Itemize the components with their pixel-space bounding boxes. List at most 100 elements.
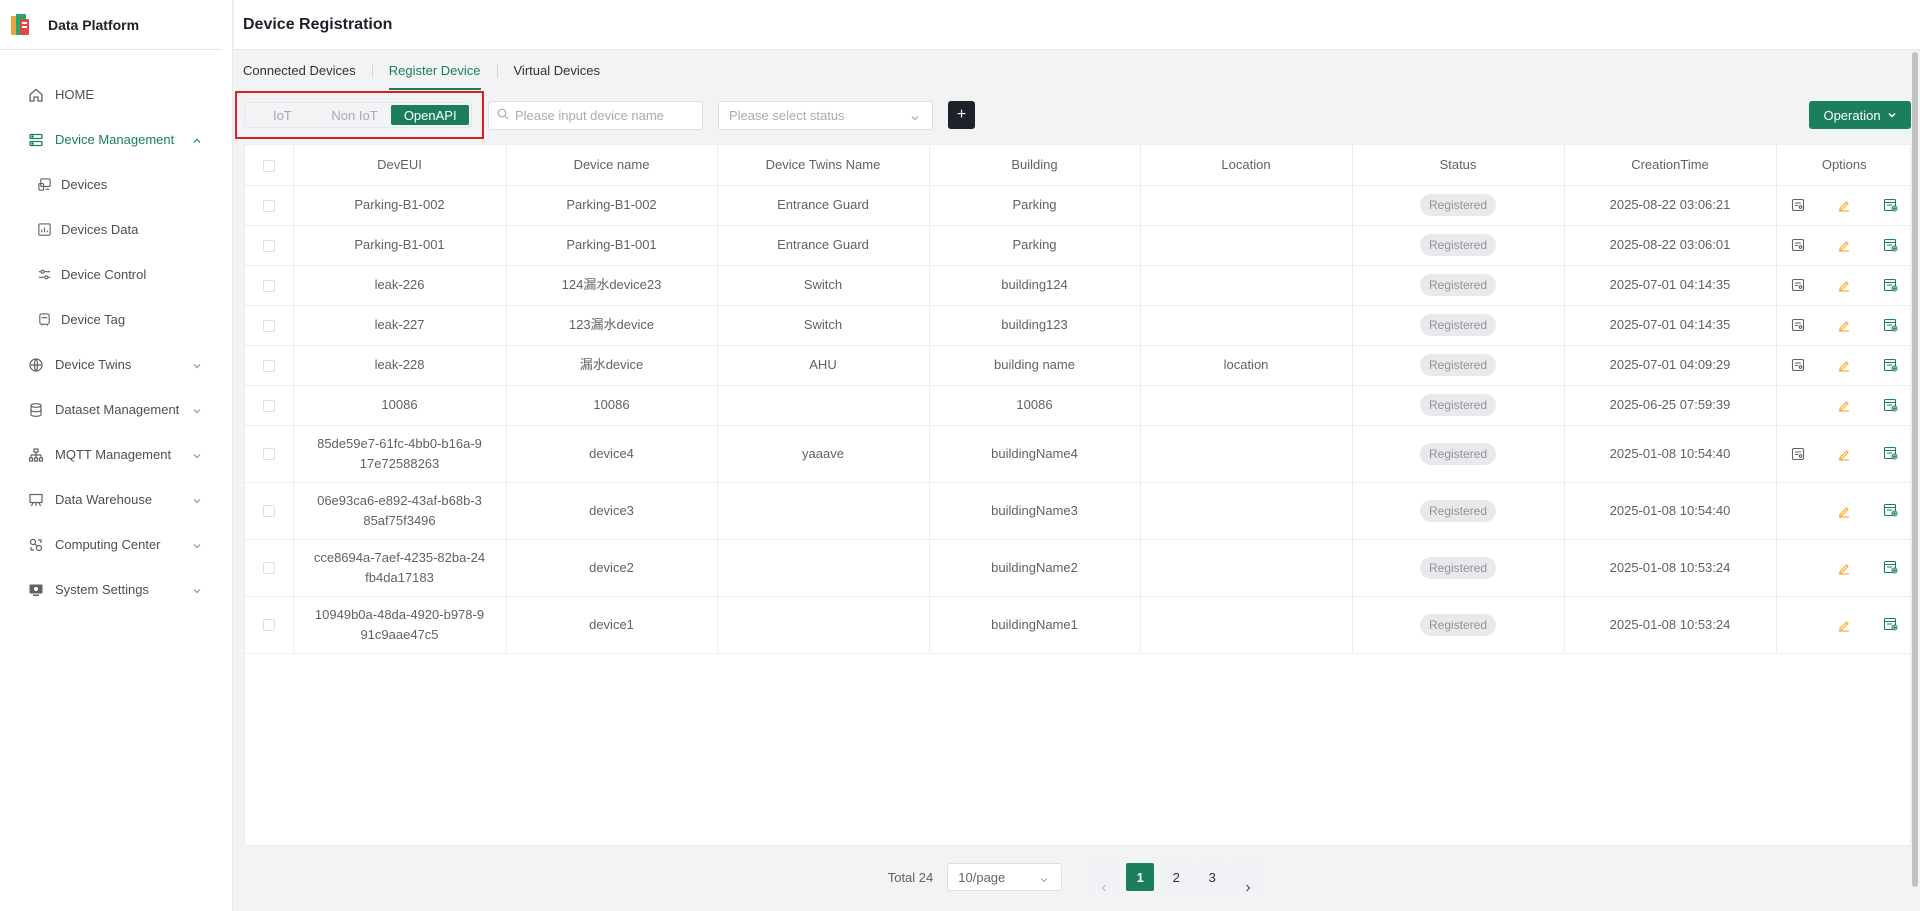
edit-icon[interactable] — [1835, 559, 1853, 577]
cell-options — [1776, 305, 1912, 346]
sidebar-item-label: Devices Data — [61, 222, 139, 237]
view-data-icon[interactable] — [1882, 559, 1900, 577]
table-row[interactable]: leak-228 漏水device AHU building name location… — [245, 345, 1912, 386]
sidebar-item-devices[interactable]: Devices — [0, 162, 232, 207]
view-data-icon[interactable] — [1882, 236, 1900, 254]
sidebar-item-device-tag[interactable]: Device Tag — [0, 297, 232, 342]
view-data-icon[interactable] — [1882, 356, 1900, 374]
edit-icon[interactable] — [1835, 445, 1853, 463]
row-checkbox[interactable] — [262, 199, 275, 212]
sidebar-item-computing-center[interactable]: Computing Center — [0, 522, 232, 567]
page-scrollbar[interactable] — [1912, 52, 1918, 887]
select-all-checkbox[interactable] — [262, 159, 275, 172]
sidebar-item-device-management[interactable]: Device Management — [0, 117, 232, 162]
next-page-button[interactable] — [1234, 863, 1263, 892]
page-3-button[interactable]: 3 — [1198, 863, 1227, 891]
table-row[interactable]: 85de59e7-61fc-4bb0-b16a-917e72588263 devi… — [245, 425, 1912, 483]
row-checkbox[interactable] — [262, 239, 275, 252]
segment-iot[interactable]: IoT — [247, 105, 318, 125]
operation-button[interactable]: Operation — [1809, 101, 1911, 129]
detail-icon[interactable] — [1789, 316, 1807, 334]
segment-openapi[interactable]: OpenAPI — [391, 105, 469, 125]
row-select-cell — [245, 225, 294, 266]
row-select-cell — [245, 539, 294, 597]
sidebar: Data Platform HOME Device Management Dev… — [0, 0, 233, 911]
status-badge: Registered — [1419, 394, 1497, 416]
tab-virtual-devices[interactable]: Virtual Devices — [514, 51, 600, 90]
sidebar-item-device-control[interactable]: Device Control — [0, 252, 232, 297]
row-checkbox[interactable] — [262, 319, 275, 332]
empty-action-slot — [1789, 502, 1807, 520]
edit-icon[interactable] — [1835, 276, 1853, 294]
devices-icon — [36, 177, 52, 193]
table-row[interactable]: cce8694a-7aef-4235-82ba-24fb4da17183 devi… — [245, 539, 1912, 597]
cell-building: building123 — [929, 305, 1141, 346]
detail-icon[interactable] — [1789, 236, 1807, 254]
edit-icon[interactable] — [1835, 196, 1853, 214]
table-row[interactable]: leak-226 124漏水device23 Switch building124 Re… — [245, 265, 1913, 306]
row-checkbox[interactable] — [262, 359, 275, 372]
view-data-icon[interactable] — [1882, 276, 1900, 294]
row-checkbox[interactable] — [262, 448, 275, 461]
view-data-icon[interactable] — [1882, 196, 1900, 214]
segment-non-iot[interactable]: Non IoT — [318, 105, 392, 125]
chevron-down-icon — [192, 359, 202, 369]
edit-icon[interactable] — [1835, 236, 1853, 254]
column-header-options: Options — [1776, 145, 1912, 186]
edit-icon[interactable] — [1835, 502, 1853, 520]
row-checkbox[interactable] — [262, 399, 275, 412]
edit-icon[interactable] — [1835, 356, 1853, 374]
view-data-icon[interactable] — [1882, 445, 1900, 463]
view-data-icon[interactable] — [1882, 316, 1900, 334]
cell-device-name: device1 — [506, 596, 718, 654]
search-input[interactable] — [515, 108, 685, 123]
table-row[interactable]: Parking-B1-001 Parking-B1-001 Entrance Gua… — [245, 225, 1912, 266]
row-actions — [1777, 276, 1913, 294]
edit-icon[interactable] — [1835, 616, 1853, 634]
cell-deveui: 85de59e7-61fc-4bb0-b16a-917e72588263 — [293, 425, 507, 483]
detail-icon[interactable] — [1789, 196, 1807, 214]
page-size-select[interactable]: 10/page — [947, 863, 1063, 891]
cell-device-twins-name: Entrance Guard — [717, 185, 930, 226]
row-checkbox[interactable] — [262, 505, 275, 518]
sidebar-item-devices-data[interactable]: Devices Data — [0, 207, 232, 252]
cell-creation-time: 2025-01-08 10:53:24 — [1564, 539, 1777, 597]
cell-status: Registered — [1352, 425, 1565, 483]
table-row[interactable]: Parking-B1-002 Parking-B1-002 Entrance Gua… — [245, 185, 1912, 226]
status-select[interactable]: Please select status — [718, 101, 933, 130]
detail-icon[interactable] — [1789, 276, 1807, 294]
cell-status: Registered — [1352, 225, 1565, 266]
sidebar-item-mqtt-management[interactable]: MQTT Management — [0, 432, 232, 477]
table-row[interactable]: 10086 10086 10086 Registered 2025-06-25 07:5… — [245, 385, 1912, 426]
row-checkbox[interactable] — [262, 279, 275, 292]
sidebar-item-home[interactable]: HOME — [0, 72, 232, 117]
row-checkbox[interactable] — [262, 562, 275, 575]
sidebar-item-dataset-management[interactable]: Dataset Management — [0, 387, 232, 432]
database-icon — [27, 401, 45, 419]
prev-page-button[interactable] — [1090, 863, 1119, 892]
view-data-icon[interactable] — [1882, 502, 1900, 520]
table-row[interactable]: 10949b0a-48da-4920-b978-991c9aae47c5 devi… — [245, 596, 1912, 654]
page-2-button[interactable]: 2 — [1162, 863, 1191, 891]
edit-icon[interactable] — [1835, 316, 1853, 334]
tab-connected-devices[interactable]: Connected Devices — [243, 51, 356, 90]
detail-icon[interactable] — [1789, 445, 1807, 463]
cell-status: Registered — [1352, 305, 1565, 346]
edit-icon[interactable] — [1835, 396, 1853, 414]
device-type-segmented-control: IoT Non IoT OpenAPI — [244, 102, 472, 128]
table-row[interactable]: 06e93ca6-e892-43af-b68b-385af75f3496 devi… — [245, 482, 1912, 540]
view-data-icon[interactable] — [1882, 396, 1900, 414]
row-checkbox[interactable] — [262, 619, 275, 632]
cell-options — [1776, 345, 1912, 386]
view-data-icon[interactable] — [1882, 616, 1900, 634]
page-1-button[interactable]: 1 — [1126, 863, 1155, 891]
sidebar-item-system-settings[interactable]: System Settings — [0, 567, 232, 612]
sidebar-item-device-twins[interactable]: Device Twins — [0, 342, 232, 387]
tab-register-device[interactable]: Register Device — [388, 51, 481, 90]
detail-icon[interactable] — [1789, 356, 1807, 374]
sidebar-item-data-warehouse[interactable]: Data Warehouse — [0, 477, 232, 522]
table-row[interactable]: leak-227 123漏水device Switch building123 Regi… — [245, 305, 1912, 346]
chevron-down-icon — [192, 584, 202, 594]
add-device-button[interactable]: + — [948, 101, 975, 129]
cell-building: 10086 — [929, 385, 1141, 426]
